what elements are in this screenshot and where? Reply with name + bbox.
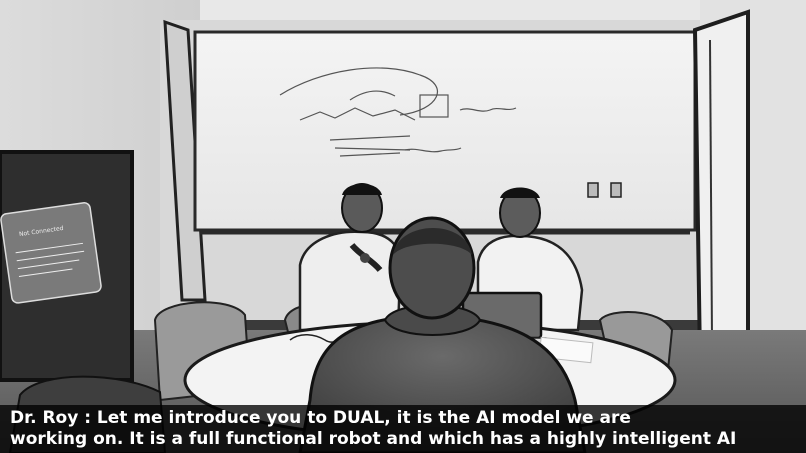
subtitle-caption: Dr. Roy : Let me introduce you to DUAL, …: [0, 405, 806, 453]
outlet: [610, 182, 622, 198]
caption-line-2: working on. It is a full functional robo…: [10, 429, 737, 449]
tv-dialog-box: [0, 202, 102, 304]
whiteboard: [193, 30, 697, 232]
video-frame: Not Connected Dr. Roy: Let me introduce…: [0, 0, 806, 453]
caption-line-1: Dr. Roy : Let me introduce you to DUAL, …: [10, 408, 631, 428]
meeting-room-photo: Not Connected: [0, 0, 806, 453]
outlet: [587, 182, 599, 198]
